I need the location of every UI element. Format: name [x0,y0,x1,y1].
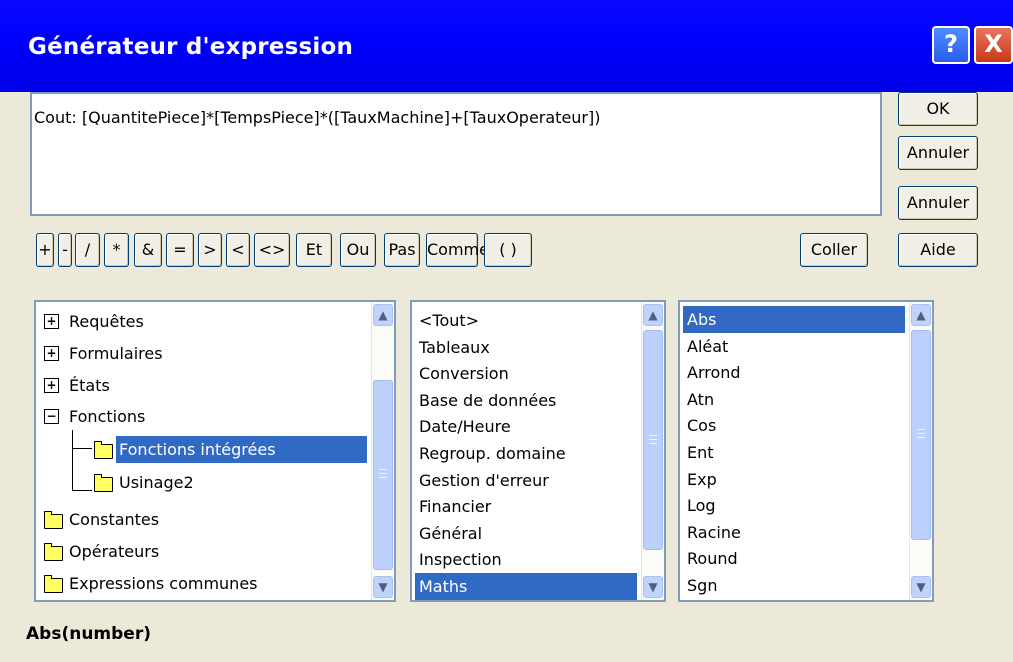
scroll-up-icon[interactable]: ▲ [911,304,931,326]
category-item[interactable]: Gestion d'erreur [415,467,637,494]
operator-like-button[interactable]: Comme [426,233,489,267]
operator-and-button[interactable]: Et [296,233,332,267]
expression-box[interactable]: Cout: [QuantitePiece]*[TempsPiece]*([Tau… [30,92,882,216]
tree-connector [72,430,73,490]
paste-button[interactable]: Coller [800,233,868,267]
operator-minus-button[interactable]: - [58,233,72,267]
function-item[interactable]: Sgn [683,572,905,599]
element-tree[interactable]: + Requêtes + Formulaires + États − Fonctions Fon… [34,300,396,602]
category-list[interactable]: <Tout> Tableaux Conversion Base de données D… [410,300,666,602]
tree-item-label: Usinage2 [119,473,194,492]
function-item[interactable]: Round [683,545,905,572]
function-item[interactable]: Ent [683,439,905,466]
tree-scrollbar[interactable]: ▲ ▼ [371,302,394,600]
open-folder-icon [94,441,113,459]
title-bar[interactable]: Générateur d'expression ? X [0,0,1013,92]
tree-item-label: Formulaires [69,344,163,363]
function-item[interactable]: Cos [683,412,905,439]
operator-divide-button[interactable]: / [75,233,100,267]
help-button[interactable]: Aide [898,233,978,267]
operator-plus-button[interactable]: + [36,233,54,267]
function-item[interactable]: Log [683,492,905,519]
operator-greater-button[interactable]: > [198,233,222,267]
category-item[interactable]: Base de données [415,387,637,414]
undo-label: Annuler [906,193,970,212]
tree-connector [72,490,92,491]
plus-box-icon: + [44,314,59,329]
scroll-thumb[interactable] [643,330,663,550]
scroll-up-icon[interactable]: ▲ [373,304,393,326]
function-item[interactable]: Atn [683,386,905,413]
operator-less-button[interactable]: < [226,233,250,267]
scroll-down-icon[interactable]: ▼ [373,576,393,598]
function-item[interactable]: Arrond [683,359,905,386]
function-list[interactable]: Abs Aléat Arrond Atn Cos Ent Exp Log Racine Round… [678,300,934,602]
operator-concat-button[interactable]: & [134,233,162,267]
tree-item-label: Constantes [69,510,160,529]
cancel-button[interactable]: Annuler [898,136,978,170]
folder-icon [94,474,113,492]
tree-item-label: Fonctions intégrées [116,436,367,463]
scroll-down-icon[interactable]: ▼ [643,576,663,598]
category-item[interactable]: Regroup. domaine [415,440,637,467]
category-item[interactable]: Général [415,520,637,547]
operator-not-equal-button[interactable]: <> [254,233,290,267]
close-icon[interactable]: X [974,26,1013,64]
plus-box-icon: + [44,346,59,361]
function-item[interactable]: Aléat [683,333,905,360]
tree-connector [72,448,92,449]
category-item[interactable]: Inspection [415,546,637,573]
function-item[interactable]: Racine [683,519,905,546]
tree-item-label: Requêtes [69,312,144,331]
category-item[interactable]: <Tout> [415,307,637,334]
tree-item-label: Fonctions [69,407,146,426]
function-item[interactable]: Abs [683,306,905,333]
operator-equals-button[interactable]: = [166,233,194,267]
scroll-down-icon[interactable]: ▼ [911,576,931,598]
window-title: Générateur d'expression [28,34,354,60]
scroll-thumb[interactable] [373,380,393,570]
folder-icon [44,543,63,561]
category-item[interactable]: Financier [415,493,637,520]
plus-box-icon: + [44,378,59,393]
operator-or-button[interactable]: Ou [340,233,376,267]
operator-parentheses-button[interactable]: ( ) [484,233,532,267]
category-item[interactable]: Maths [415,573,637,600]
minus-box-icon: − [44,409,59,424]
undo-button[interactable]: Annuler [898,186,978,220]
folder-icon [44,575,63,593]
syntax-status: Abs(number) [26,624,151,644]
operator-multiply-button[interactable]: * [104,233,129,267]
folder-icon [44,511,63,529]
tree-item-label: États [69,376,110,395]
operator-not-button[interactable]: Pas [384,233,420,267]
category-item[interactable]: Tableaux [415,334,637,361]
function-scrollbar[interactable]: ▲ ▼ [909,302,932,600]
tree-item-label: Opérateurs [69,542,160,561]
help-icon[interactable]: ? [932,26,970,64]
scroll-thumb[interactable] [911,330,931,540]
category-item[interactable]: Date/Heure [415,413,637,440]
category-item[interactable]: Conversion [415,360,637,387]
scroll-up-icon[interactable]: ▲ [643,304,663,326]
category-scrollbar[interactable]: ▲ ▼ [641,302,664,600]
ok-button[interactable]: OK [898,92,978,126]
tree-item-label: Expressions communes [69,574,258,593]
function-item[interactable]: Exp [683,466,905,493]
